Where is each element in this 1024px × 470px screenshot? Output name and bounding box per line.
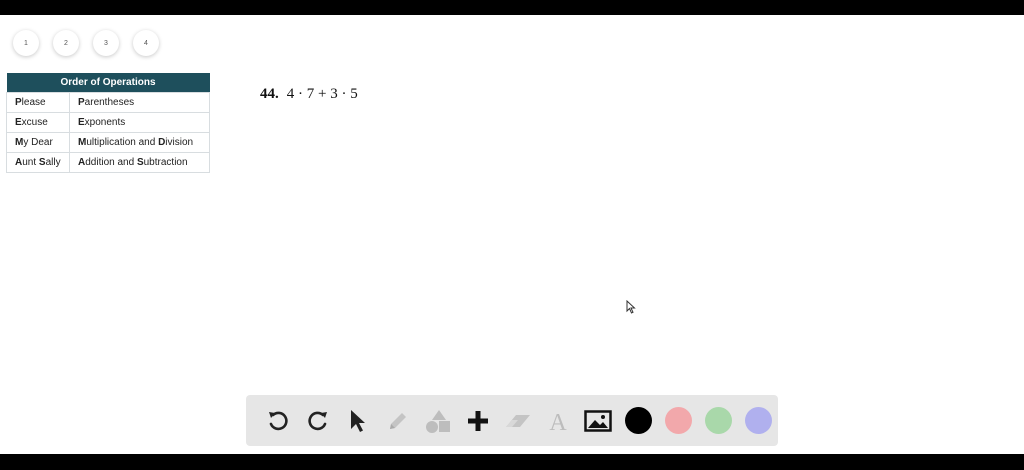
table-row: Please Parentheses: [6, 92, 210, 113]
add-icon[interactable]: [458, 401, 498, 441]
operation-cell: Exponents: [69, 112, 210, 133]
shapes-icon[interactable]: [418, 401, 458, 441]
color-swatch: [624, 407, 652, 434]
svg-text:A: A: [549, 410, 567, 433]
table-row: Excuse Exponents: [6, 112, 210, 133]
operation-cell: Multiplication and Division: [69, 132, 210, 153]
redo-icon[interactable]: [298, 401, 338, 441]
color-swatch-lavender[interactable]: [738, 401, 778, 441]
drawing-toolbar: A: [246, 395, 778, 446]
color-swatch: [664, 407, 692, 434]
mnemonic-cell: Excuse: [6, 112, 70, 133]
problem-expression: 4 · 7 + 3 · 5: [286, 86, 358, 102]
problem-number: 44.: [260, 86, 279, 102]
page-selector: 1 2 3 4: [13, 30, 159, 56]
text-icon[interactable]: A: [538, 401, 578, 441]
page-button-1[interactable]: 1: [13, 30, 39, 56]
order-of-operations-table: Order of Operations Please Parentheses E…: [6, 73, 210, 173]
problem-statement: 44. 4 · 7 + 3 · 5: [260, 86, 358, 103]
mnemonic-cell: Aunt Sally: [6, 152, 70, 173]
table-row: My Dear Multiplication and Division: [6, 132, 210, 153]
table-row: Aunt Sally Addition and Subtraction: [6, 152, 210, 173]
letterbox-bottom: [0, 454, 1024, 470]
page-button-4[interactable]: 4: [133, 30, 159, 56]
color-swatch-green[interactable]: [698, 401, 738, 441]
eraser-icon[interactable]: [498, 401, 538, 441]
page-button-3[interactable]: 3: [93, 30, 119, 56]
color-swatch-pink[interactable]: [658, 401, 698, 441]
operation-cell: Addition and Subtraction: [69, 152, 210, 173]
pointer-icon[interactable]: [338, 401, 378, 441]
operation-cell: Parentheses: [69, 92, 210, 113]
image-icon[interactable]: [578, 401, 618, 441]
color-swatch: [704, 407, 732, 434]
page-button-2[interactable]: 2: [53, 30, 79, 56]
letterbox-top: [0, 0, 1024, 15]
color-swatch-black[interactable]: [618, 401, 658, 441]
color-swatch: [744, 407, 772, 434]
mnemonic-cell: My Dear: [6, 132, 70, 153]
mnemonic-cell: Please: [6, 92, 70, 113]
pencil-icon[interactable]: [378, 401, 418, 441]
undo-icon[interactable]: [258, 401, 298, 441]
mouse-cursor-icon: [626, 299, 636, 319]
table-title: Order of Operations: [6, 73, 210, 93]
